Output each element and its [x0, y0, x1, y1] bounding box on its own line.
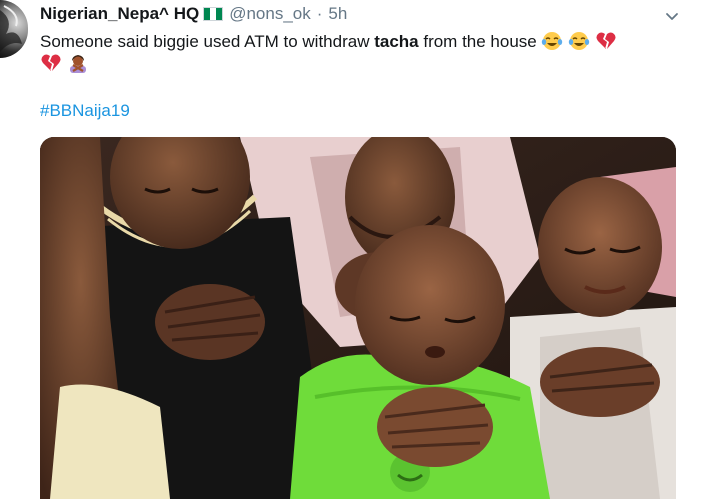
- display-name[interactable]: Nigerian_Nepa^ HQ: [40, 4, 199, 24]
- avatar-image: [0, 5, 22, 52]
- face-with-tears-of-joy-icon: [569, 32, 590, 50]
- woman-gesturing-no-icon: [69, 55, 86, 73]
- tweet-photo[interactable]: [40, 137, 676, 499]
- tweet-timestamp[interactable]: 5h: [328, 4, 347, 24]
- tweet-text: Someone said biggie used ATM to withdraw…: [40, 31, 680, 75]
- chevron-down-icon[interactable]: [664, 8, 680, 24]
- nigeria-flag-icon: [203, 7, 224, 21]
- broken-heart-icon: [41, 54, 61, 71]
- face-with-tears-of-joy-icon: [542, 32, 563, 50]
- separator-dot: ·: [316, 4, 323, 23]
- hashtag-link[interactable]: #BBNaija19: [40, 101, 130, 121]
- user-handle[interactable]: @nons_ok: [229, 4, 311, 24]
- photo-children-praying: [40, 137, 676, 499]
- broken-heart-icon: [596, 32, 616, 49]
- avatar[interactable]: [0, 0, 28, 58]
- tweet-header: Nigerian_Nepa^ HQ @nons_ok · 5h: [40, 3, 347, 25]
- tweet-text-part: from the house: [418, 32, 537, 51]
- tweet-text-part: Someone said biggie used ATM to withdraw: [40, 32, 375, 51]
- tweet-text-bold: tacha: [374, 32, 419, 51]
- tweet: Nigerian_Nepa^ HQ @nons_ok · 5h Someone …: [0, 0, 702, 499]
